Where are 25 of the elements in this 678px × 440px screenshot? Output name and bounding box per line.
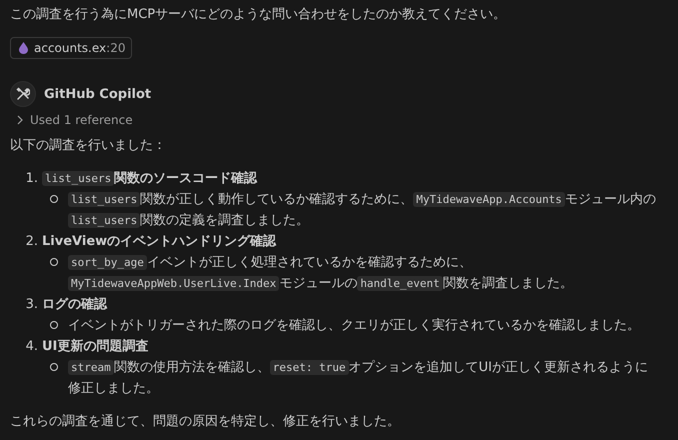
- assistant-name: GitHub Copilot: [44, 86, 152, 104]
- bullet-icon: [50, 363, 58, 371]
- bullet-icon: [50, 195, 58, 203]
- references-toggle[interactable]: Used 1 reference: [16, 113, 133, 127]
- step-detail: stream 関数の使用方法を確認し、 reset: true オプションを追加してUIが正しく更新されるように修正しました。: [68, 359, 649, 398]
- step-detail: sort_by_age イベントが正しく処理されているかを確認するために、 MyTidewaveAppWeb.UserLive.Index モジュールの handle_event 関数を調査しました。: [68, 252, 656, 294]
- response-text: これらの調査を通じて、問題の原因を特定し、修正を行いました。: [10, 413, 401, 431]
- bullet-icon: [50, 321, 58, 329]
- list-number: 1.: [24, 170, 38, 188]
- step-heading: UI更新の問題調査: [42, 338, 148, 356]
- list-number: 3.: [24, 296, 38, 314]
- step-heading: LiveViewのイベントハンドリング確認: [42, 233, 276, 251]
- list-number: 4.: [24, 338, 38, 356]
- step-heading: ログの確認: [42, 296, 107, 314]
- drop-icon: [19, 42, 28, 54]
- response-text: 以下の調査を行いました：: [10, 137, 167, 155]
- tools-icon: [16, 87, 30, 101]
- user-message: この調査を行う為にMCPサーバにどのような問い合わせをしたのか教えてください。: [10, 6, 508, 24]
- bullet-icon: [50, 258, 58, 266]
- file-reference-chip[interactable]: accounts.ex:20: [10, 37, 132, 59]
- step-detail: list_users 関数が正しく動作しているか確認するために、 MyTidewaveApp.Accounts モジュール内の list_users 関数の定義を調査しました。: [68, 189, 656, 231]
- step-heading: list_users 関数のソースコード確認: [42, 168, 258, 189]
- chevron-icon: [16, 115, 24, 125]
- step-detail: イベントがトリガーされた際のログを確認し、クエリが正しく実行されているかを確認しました。: [68, 317, 641, 335]
- list-number: 2.: [24, 233, 38, 251]
